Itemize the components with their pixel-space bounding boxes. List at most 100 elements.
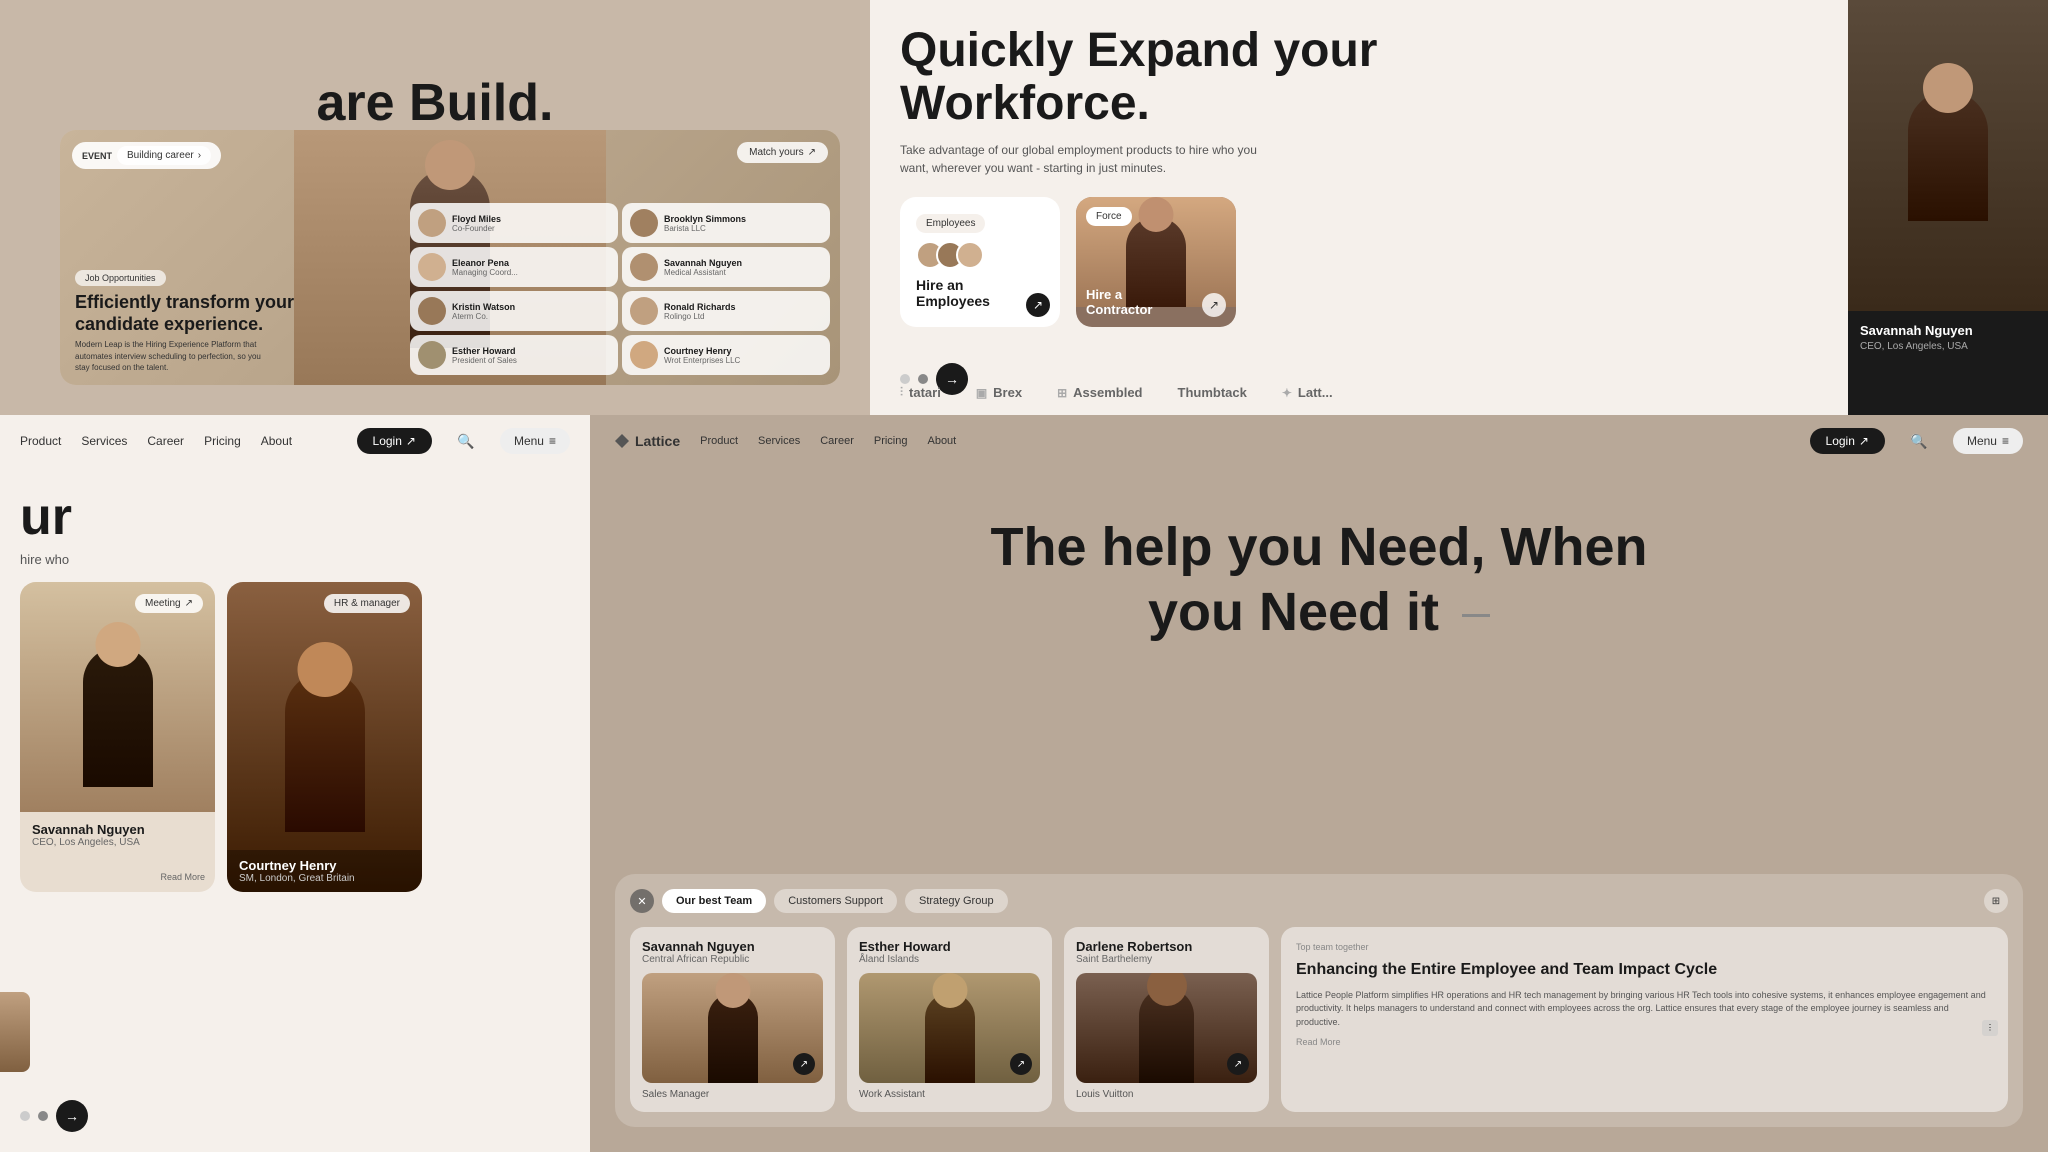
brand-thumbtack: Thumbtack: [1178, 385, 1247, 400]
match-yours-button[interactable]: Match yours ↗: [737, 142, 828, 163]
lattice-search-icon[interactable]: 🔍: [1905, 427, 1933, 455]
lattice-nav-product[interactable]: Product: [700, 435, 738, 447]
right-person-title: CEO, Los Angeles, USA: [1860, 341, 2036, 352]
employees-tag: Employees: [916, 214, 985, 233]
lattice-logo: Lattice: [615, 433, 680, 449]
lattice-nav: Lattice Product Services Career Pricing …: [590, 415, 2048, 467]
hire-employees-title: Hire anEmployees: [916, 277, 1044, 309]
savannah-read-more[interactable]: Read More: [160, 872, 205, 882]
brooklyn-info: Brooklyn Simmons Barista LLC: [664, 214, 822, 233]
team-darlene-image: ↗: [1076, 973, 1257, 1083]
person-card-eleanor: Eleanor Pena Managing Coord...: [410, 247, 618, 287]
courtney-info: Courtney Henry SM, London, Great Britain: [227, 850, 422, 892]
team-darlene-card: Darlene Robertson Saint Barthelemy ↗ Lou…: [1064, 927, 1269, 1112]
nav-career[interactable]: Career: [147, 434, 184, 448]
esther-top-avatar: [418, 341, 446, 369]
team-tab-strategy[interactable]: Strategy Group: [905, 889, 1008, 913]
darlene-team-arrow[interactable]: ↗: [1227, 1053, 1249, 1075]
lattice-nav-services[interactable]: Services: [758, 435, 800, 447]
bottom-nav-dot-2[interactable]: [38, 1111, 48, 1121]
nav-dot-2[interactable]: [918, 374, 928, 384]
savannah-body: [83, 647, 153, 787]
person-card-ronald: Ronald Richards Rolingo Ltd: [622, 291, 830, 331]
esther-team-arrow[interactable]: ↗: [1010, 1053, 1032, 1075]
top-left-headline: are Build.: [317, 75, 554, 132]
nav-search-icon[interactable]: 🔍: [452, 427, 480, 455]
team-savannah-role: Sales Manager: [642, 1089, 823, 1100]
person-card-savannah-top: Savannah Nguyen Medical Assistant: [622, 247, 830, 287]
team-text-headline: Enhancing the Entire Employee and Team I…: [1296, 960, 1993, 981]
ur-text: ur: [20, 487, 570, 547]
brand-brex: ▣ Brex: [976, 385, 1022, 400]
person-card-floyd: Floyd Miles Co-Founder: [410, 203, 618, 243]
bottom-nav-arrow[interactable]: →: [56, 1100, 88, 1132]
top-right-subtext: Take advantage of our global employment …: [900, 141, 1280, 177]
help-headline-container: The help you Need, When you Need it: [590, 515, 2048, 645]
bottom-people-cards: Meeting ↗ Savannah Nguyen CEO, Los Angel…: [20, 582, 570, 892]
eleanor-info: Eleanor Pena Managing Coord...: [452, 258, 610, 277]
person-card-brooklyn: Brooklyn Simmons Barista LLC: [622, 203, 830, 243]
esther-team-body: [925, 993, 975, 1083]
hire-employees-arrow[interactable]: ↗: [1026, 293, 1050, 317]
login-arrow-icon: ↗: [406, 434, 416, 448]
savannah-top-avatar: [630, 253, 658, 281]
esther-team-head: [932, 973, 967, 1008]
team-together-tag: Top team together: [1296, 942, 1993, 952]
lattice-login-button[interactable]: Login ↗: [1810, 428, 1885, 454]
floyd-avatar: [418, 209, 446, 237]
nav-menu-button[interactable]: Menu ≡: [500, 428, 570, 454]
main-hero-card: EVENT Building career › Match yours ↗ Jo…: [60, 130, 840, 385]
person-card-esther-top: Esther Howard President of Sales: [410, 335, 618, 375]
team-read-more[interactable]: Read More: [1296, 1037, 1993, 1047]
card-main-sub: Modern Leap is the Hiring Experience Pla…: [75, 339, 275, 373]
brand-tatari: ⫶ tatari: [900, 385, 941, 400]
savannah-team-head: [715, 973, 750, 1008]
lattice-nav-about[interactable]: About: [927, 435, 956, 447]
arrow-icon-3: ↗: [808, 147, 816, 158]
right-person-info: Savannah Nguyen CEO, Los Angeles, USA: [1848, 311, 2048, 364]
team-expand-button[interactable]: ⊞: [1984, 889, 2008, 913]
nav-pricing[interactable]: Pricing: [204, 434, 241, 448]
savannah-info: Savannah Nguyen CEO, Los Angeles, USA: [20, 812, 215, 858]
nav-services[interactable]: Services: [81, 434, 127, 448]
hire-contractor-arrow[interactable]: ↗: [1202, 293, 1226, 317]
right-person-name: Savannah Nguyen: [1860, 323, 2036, 338]
darlene-team-head: [1147, 973, 1187, 1006]
hire-contractor-title: Hire a Contractor: [1086, 287, 1152, 317]
nav-dot-1[interactable]: [900, 374, 910, 384]
team-darlene-role: Louis Vuitton: [1076, 1089, 1257, 1100]
savannah-team-arrow[interactable]: ↗: [793, 1053, 815, 1075]
eleanor-avatar: [418, 253, 446, 281]
nav-product[interactable]: Product: [20, 434, 61, 448]
savannah-head: [95, 622, 140, 667]
team-close-button[interactable]: ✕: [630, 889, 654, 913]
bottom-left-panel: Product Services Career Pricing About Lo…: [0, 415, 590, 1152]
courtney-body: [285, 672, 365, 832]
lattice-nav-pricing[interactable]: Pricing: [874, 435, 908, 447]
force-tag: Force: [1086, 207, 1132, 226]
hr-manager-badge: HR & manager: [324, 594, 410, 613]
nav-login-button[interactable]: Login ↗: [357, 428, 432, 454]
team-darlene-name: Darlene Robertson: [1076, 939, 1257, 954]
hire-card-avatars: [916, 241, 1044, 269]
job-opportunities-tag: Job Opportunities: [75, 270, 166, 286]
lattice-menu-icon: ≡: [2002, 434, 2009, 448]
lattice-menu-button[interactable]: Menu ≡: [1953, 428, 2023, 454]
top-right-headline: Quickly Expand your Workforce.: [900, 25, 1400, 131]
chevron-right-icon: ›: [198, 150, 201, 161]
team-tab-our-best[interactable]: Our best Team: [662, 889, 766, 913]
meeting-arrow-icon: ↗: [185, 598, 193, 609]
savannah-top-info: Savannah Nguyen Medical Assistant: [664, 258, 822, 277]
event-tag: EVENT Building career ›: [72, 142, 221, 169]
headline-underline: [1462, 614, 1490, 617]
lattice-nav-career[interactable]: Career: [820, 435, 854, 447]
team-savannah-card: Savannah Nguyen Central African Republic…: [630, 927, 835, 1112]
esther-top-info: Esther Howard President of Sales: [452, 346, 610, 365]
team-text-card: Top team together Enhancing the Entire E…: [1281, 927, 2008, 1112]
team-tab-customers[interactable]: Customers Support: [774, 889, 897, 913]
right-person-image: [1848, 0, 2048, 311]
right-person-card: Savannah Nguyen CEO, Los Angeles, USA: [1848, 0, 2048, 415]
bottom-left-content: ur hire who Meeting ↗ Savannah Nguyen CE…: [0, 467, 590, 912]
bottom-nav-dot-1[interactable]: [20, 1111, 30, 1121]
nav-about[interactable]: About: [261, 434, 292, 448]
